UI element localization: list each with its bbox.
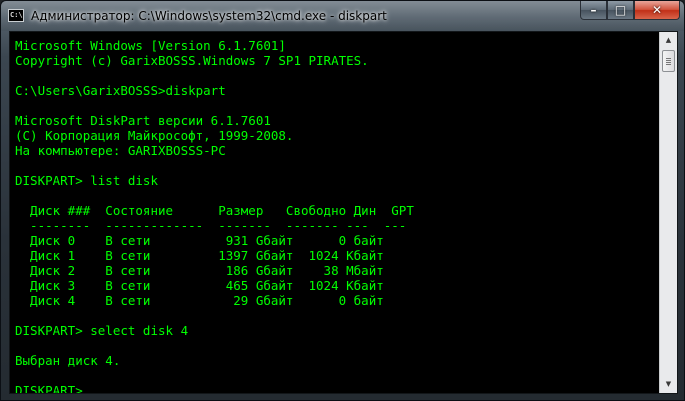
minimize-icon: – <box>590 3 597 17</box>
scroll-up-button[interactable]: ▲ <box>660 32 677 49</box>
console-line: DISKPART> <box>15 383 83 393</box>
console-line: Диск 2 В сети 186 Gбайт 38 Mбайт <box>15 263 384 278</box>
console-line: Диск 3 В сети 465 Gбайт 1024 Kбайт <box>15 278 384 293</box>
minimize-button[interactable]: – <box>580 1 607 20</box>
console-line: DISKPART> select disk 4 <box>15 323 189 338</box>
chevron-down-icon: ▼ <box>665 380 672 388</box>
grip-line <box>666 62 671 63</box>
console-line: -------- ------------- ------- ------- -… <box>15 218 407 233</box>
title-bar[interactable]: C:\ Администратор: C:\Windows\system32\c… <box>1 1 684 31</box>
console-line: C:\Users\GarixBOSSS>diskpart <box>15 83 226 98</box>
grip-line <box>666 60 671 61</box>
console-line: Microsoft Windows [Version 6.1.7601] <box>15 38 286 53</box>
close-button[interactable]: ✕ <box>634 1 680 20</box>
console-line: Microsoft DiskPart версии 6.1.7601 <box>15 113 271 128</box>
console-line: Выбран диск 4. <box>15 353 121 368</box>
console-client-area: Microsoft Windows [Version 6.1.7601] Copy… <box>9 31 678 394</box>
console-line: DISKPART> list disk <box>15 173 158 188</box>
cmd-console-icon[interactable]: C:\ <box>8 9 24 22</box>
scroll-thumb[interactable] <box>662 50 675 72</box>
grip-line <box>666 58 671 59</box>
console-line: (C) Корпорация Майкрософт, 1999-2008. <box>15 128 294 143</box>
vertical-scrollbar[interactable]: ▲ ▼ <box>659 32 677 393</box>
maximize-icon: □ <box>614 3 627 17</box>
console-line: На компьютере: GARIXBOSSS-PC <box>15 143 226 158</box>
maximize-button[interactable]: □ <box>607 1 634 20</box>
scroll-down-button[interactable]: ▼ <box>660 376 677 393</box>
grip-line <box>666 64 671 65</box>
cmd-window: C:\ Администратор: C:\Windows\system32\c… <box>0 0 685 401</box>
console-line: Диск 4 В сети 29 Gбайт 0 байт <box>15 293 384 308</box>
caption-buttons: – □ ✕ <box>580 1 680 20</box>
console-line: Диск ### Состояние Размер Свободно Дин G… <box>15 203 414 218</box>
chevron-up-icon: ▲ <box>665 36 672 44</box>
window-title: Администратор: C:\Windows\system32\cmd.e… <box>31 9 387 23</box>
console-line: Диск 0 В сети 931 Gбайт 0 байт <box>15 233 384 248</box>
console-output[interactable]: Microsoft Windows [Version 6.1.7601] Copy… <box>10 32 657 393</box>
close-icon: ✕ <box>651 3 663 17</box>
console-line: Copyright (c) GarixBOSSS.Windows 7 SP1 P… <box>15 53 369 68</box>
console-line: Диск 1 В сети 1397 Gбайт 1024 Kбайт <box>15 248 384 263</box>
